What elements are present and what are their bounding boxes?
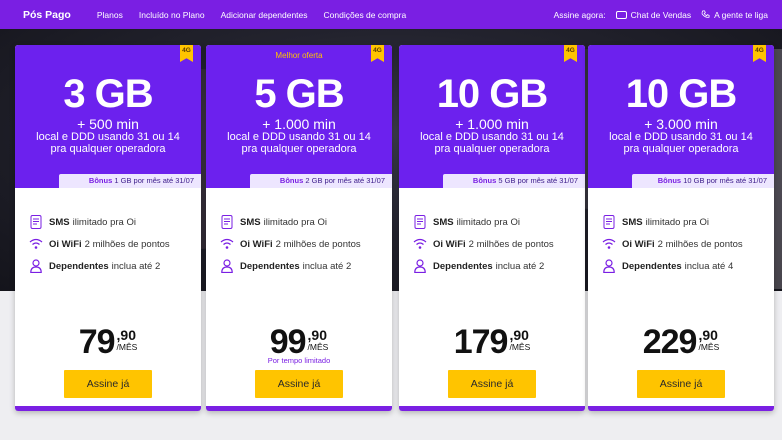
feature-sms: SMS ilimitado pra Oi (602, 211, 766, 233)
price-cents: ,90 (509, 327, 529, 343)
price: 79 ,90/MÊS (15, 325, 201, 359)
4g-badge: 4G (753, 45, 766, 62)
minutes-description: local e DDD usando 31 ou 14 pra qualquer … (227, 131, 371, 155)
price-integer: 179 (453, 323, 509, 361)
contact-options: Assine agora: Chat de Vendas A gente te … (554, 10, 768, 20)
feature-list: SMS ilimitado pra Oi Oi WiFi 2 milhões de … (29, 211, 193, 277)
sms-icon (602, 215, 616, 229)
feature-sms: SMS ilimitado pra Oi (413, 211, 577, 233)
price: 229 ,90/MÊS (588, 325, 774, 359)
main-nav: Planos Incluído no Plano Adicionar depen… (97, 10, 406, 20)
plan-card-10gb-3000min: 4G 10 GB + 3.000 min local e DDD usando … (588, 45, 774, 411)
plan-card-5gb: 4G Melhor oferta 5 GB + 1.000 min local … (206, 45, 392, 411)
bonus-banner: Bônus 5 GB por mês até 31/07 (443, 174, 585, 188)
user-icon (413, 259, 427, 273)
sms-icon (220, 215, 234, 229)
price: 179 ,90/MÊS (399, 325, 585, 359)
price-period: /MÊS (307, 342, 329, 352)
feature-wifi: Oi WiFi 2 milhões de pontos (29, 233, 193, 255)
price-cents: ,90 (698, 327, 718, 343)
feature-dependentes: Dependentes inclua até 4 (602, 255, 766, 277)
price-period: /MÊS (116, 342, 138, 352)
feature-sms: SMS ilimitado pra Oi (220, 211, 384, 233)
data-allowance: 10 GB (436, 72, 549, 116)
data-allowance: 5 GB (254, 72, 344, 116)
feature-dependentes: Dependentes inclua até 2 (220, 255, 384, 277)
data-allowance: 10 GB (625, 72, 738, 116)
price-cents: ,90 (116, 327, 136, 343)
minutes-description: local e DDD usando 31 ou 14 pra qualquer … (609, 131, 753, 155)
price: 99 ,90/MÊS (206, 325, 392, 359)
feature-wifi: Oi WiFi 2 milhões de pontos (602, 233, 766, 255)
phone-icon (701, 10, 710, 18)
limited-time-note: Por tempo limitado (267, 356, 331, 365)
call-label: A gente te liga (714, 9, 768, 20)
brand-logo[interactable]: Pós Pago (23, 9, 71, 21)
plan-card-10gb-1000min: 4G 10 GB + 1.000 min local e DDD usando … (399, 45, 585, 411)
nav-adicionar-dependentes[interactable]: Adicionar dependentes (221, 10, 308, 20)
user-icon (602, 259, 616, 273)
minutes-allowance: + 1.000 min (262, 116, 336, 132)
feature-list: SMS ilimitado pra Oi Oi WiFi 2 milhões de … (220, 211, 384, 277)
wifi-icon (602, 237, 616, 251)
sms-icon (413, 215, 427, 229)
minutes-allowance: + 500 min (77, 116, 139, 132)
chat-label: Chat de Vendas (630, 9, 692, 20)
minutes-description: local e DDD usando 31 ou 14 pra qualquer … (36, 131, 180, 155)
assine-ja-button[interactable]: Assine já (64, 370, 152, 398)
wifi-icon (29, 237, 43, 251)
bonus-banner: Bônus 10 GB por mês até 31/07 (632, 174, 774, 188)
a-gente-te-liga-link[interactable]: A gente te liga (701, 10, 768, 20)
user-icon (29, 259, 43, 273)
melhor-oferta-label: Melhor oferta (275, 51, 323, 60)
minutes-allowance: + 1.000 min (455, 116, 529, 132)
plan-header: 4G 10 GB + 1.000 min local e DDD usando … (399, 45, 585, 188)
nav-incluido-no-plano[interactable]: Incluído no Plano (139, 10, 205, 20)
assine-ja-button[interactable]: Assine já (255, 370, 343, 398)
plan-header: 4G 3 GB + 500 min local e DDD usando 31 … (15, 45, 201, 188)
price-integer: 229 (642, 323, 698, 361)
4g-badge: 4G (180, 45, 193, 62)
wifi-icon (220, 237, 234, 251)
bonus-banner: Bônus 2 GB por mês até 31/07 (250, 174, 392, 188)
feature-list: SMS ilimitado pra Oi Oi WiFi 2 milhões de … (413, 211, 577, 277)
plan-header: 4G 10 GB + 3.000 min local e DDD usando … (588, 45, 774, 188)
price-integer: 99 (269, 323, 307, 361)
feature-dependentes: Dependentes inclua até 2 (29, 255, 193, 277)
nav-planos[interactable]: Planos (97, 10, 123, 20)
price-integer: 79 (78, 323, 116, 361)
wifi-icon (413, 237, 427, 251)
minutes-allowance: + 3.000 min (644, 116, 718, 132)
feature-wifi: Oi WiFi 2 milhões de pontos (220, 233, 384, 255)
feature-list: SMS ilimitado pra Oi Oi WiFi 2 milhões de … (602, 211, 766, 277)
4g-badge: 4G (564, 45, 577, 62)
feature-sms: SMS ilimitado pra Oi (29, 211, 193, 233)
minutes-description: local e DDD usando 31 ou 14 pra qualquer … (420, 131, 564, 155)
bonus-banner: Bônus 1 GB por mês até 31/07 (59, 174, 201, 188)
feature-wifi: Oi WiFi 2 milhões de pontos (413, 233, 577, 255)
price-period: /MÊS (698, 342, 720, 352)
plan-card-3gb: 4G 3 GB + 500 min local e DDD usando 31 … (15, 45, 201, 411)
nav-condicoes-de-compra[interactable]: Condições de compra (324, 10, 407, 20)
data-allowance: 3 GB (63, 72, 153, 116)
plan-header: 4G Melhor oferta 5 GB + 1.000 min local … (206, 45, 392, 188)
user-icon (220, 259, 234, 273)
feature-dependentes: Dependentes inclua até 2 (413, 255, 577, 277)
assine-ja-button[interactable]: Assine já (637, 370, 725, 398)
assine-ja-button[interactable]: Assine já (448, 370, 536, 398)
chat-icon (615, 10, 627, 19)
assine-agora-label: Assine agora: (553, 9, 606, 20)
price-period: /MÊS (509, 342, 531, 352)
chat-de-vendas-link[interactable]: Chat de Vendas (615, 9, 692, 20)
top-navigation-bar: Pós Pago Planos Incluído no Plano Adicio… (0, 0, 782, 29)
sms-icon (29, 215, 43, 229)
price-cents: ,90 (307, 327, 327, 343)
